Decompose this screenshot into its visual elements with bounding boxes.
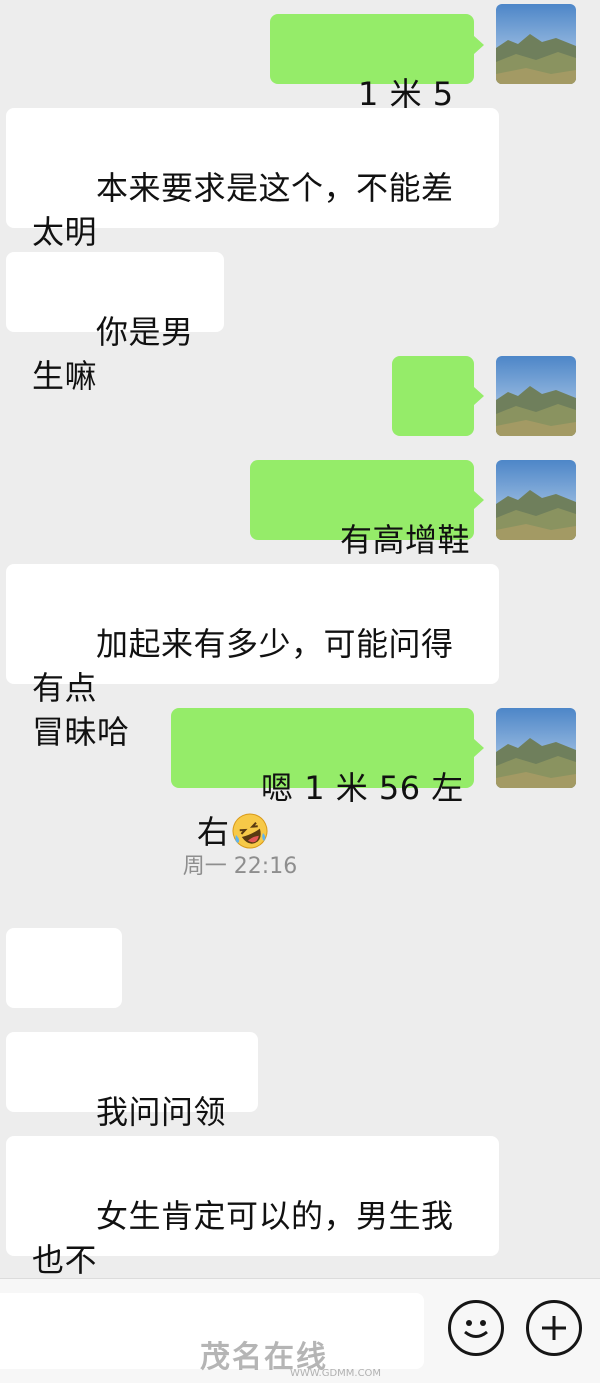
avatar[interactable] — [496, 356, 576, 436]
message-bubble[interactable]: 加起来有多少，可能问得有点 冒昧哈 — [6, 564, 499, 751]
message-bubble[interactable]: 1 米 5 左右 — [270, 14, 474, 157]
message-bubble[interactable]: 有高增鞋 — [250, 460, 474, 601]
message-bubble[interactable]: 我问问领导先 — [6, 1032, 258, 1175]
bubble-tail — [474, 491, 484, 509]
avatar[interactable] — [496, 460, 576, 540]
watermark-url: WWW.GDMM.COM — [290, 1368, 382, 1379]
rolling-laughing-face-emoji — [232, 813, 268, 849]
message-bubble[interactable]: 收到 — [6, 928, 122, 1071]
bubble-tail — [474, 387, 484, 405]
message-bubble[interactable]: 嗯 1 米 56 左右 — [171, 708, 474, 851]
bubble-tail — [474, 36, 484, 54]
timestamp: 周一 22:16 — [182, 854, 298, 879]
message-bubble[interactable]: 嗯 — [392, 356, 474, 499]
message-text: 有高增鞋 — [340, 521, 471, 559]
message-bubble[interactable]: 女生肯定可以的，男生我也不 确定了 — [6, 1136, 499, 1323]
plus-icon[interactable] — [526, 1300, 582, 1356]
avatar[interactable] — [496, 708, 576, 788]
message-text: 你是男生嘛 — [32, 313, 194, 395]
message-bubble[interactable]: 你是男生嘛 — [6, 252, 224, 395]
avatar[interactable] — [496, 4, 576, 84]
bubble-tail — [474, 739, 484, 757]
chat-area: 1 米 5 左右 本来要求是这个，不能差太明 显 你是男生嘛 嗯 有高增鞋 — [0, 0, 600, 1323]
emoji-icon[interactable] — [448, 1300, 504, 1356]
message-bubble[interactable]: 本来要求是这个，不能差太明 显 — [6, 108, 499, 295]
